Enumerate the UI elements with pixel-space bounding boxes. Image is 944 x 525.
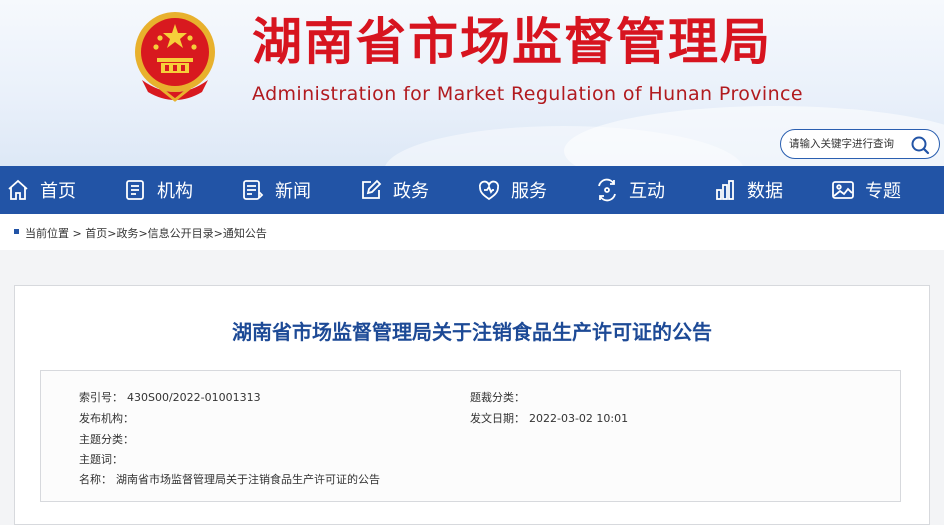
meta-label: 名称：: [79, 473, 112, 486]
nav-label: 数据: [747, 181, 783, 202]
nav-item-home[interactable]: 首页: [6, 166, 76, 214]
nav-label: 专题: [865, 181, 901, 202]
breadcrumb-separator: >: [138, 227, 148, 240]
home-icon: [8, 179, 28, 200]
nav-label: 服务: [511, 181, 547, 202]
national-emblem-icon: [135, 12, 215, 102]
news-icon: [243, 180, 264, 200]
search-input[interactable]: [789, 135, 907, 153]
breadcrumb-bullet-icon: [14, 229, 19, 234]
nav-item-service[interactable]: 服务: [477, 166, 547, 214]
search-box[interactable]: [780, 129, 940, 159]
meta-label: 主题词：: [79, 453, 123, 466]
meta-name: 名称： 湖南省市场监督管理局关于注销食品生产许可证的公告: [79, 471, 380, 487]
nav-label: 首页: [40, 181, 76, 202]
meta-value: 2022-03-02 10:01: [529, 412, 629, 425]
meta-label: 发布机构：: [79, 412, 134, 425]
main-nav: 首页 机构 新闻 政务 服务 互动 数据 专题: [0, 166, 944, 214]
meta-index: 索引号： 430S00/2022-01001313: [79, 389, 261, 405]
meta-label: 索引号：: [79, 391, 123, 404]
meta-category: 题裁分类：: [470, 389, 529, 405]
nav-item-data[interactable]: 数据: [713, 166, 783, 214]
edit-icon: [362, 179, 382, 199]
breadcrumb: 当前位置 > 首页>政务>信息公开目录>通知公告: [0, 214, 944, 250]
nav-item-affairs[interactable]: 政务: [359, 166, 429, 214]
org-icon: [126, 180, 144, 200]
site-header: 湖南省市场监督管理局 Administration for Market Reg…: [0, 0, 944, 166]
breadcrumb-item-catalog[interactable]: 信息公开目录: [148, 227, 214, 240]
breadcrumb-item-home[interactable]: 首页: [85, 227, 107, 240]
meta-label: 题裁分类：: [470, 391, 525, 404]
article-title: 湖南省市场监督管理局关于注销食品生产许可证的公告: [232, 320, 712, 344]
nav-label: 机构: [157, 181, 193, 202]
breadcrumb-item-notices[interactable]: 通知公告: [223, 227, 267, 240]
service-icon: [478, 180, 500, 201]
site-title: 湖南省市场监督管理局: [252, 13, 772, 71]
nav-label: 互动: [629, 181, 665, 202]
nav-item-org[interactable]: 机构: [123, 166, 193, 214]
meta-topic: 主题分类：: [79, 431, 138, 447]
chart-icon: [716, 180, 734, 200]
meta-label: 主题分类：: [79, 433, 134, 446]
meta-keywords: 主题词：: [79, 451, 127, 467]
breadcrumb-item-affairs[interactable]: 政务: [116, 227, 138, 240]
nav-item-topics[interactable]: 专题: [831, 166, 901, 214]
nav-label: 新闻: [275, 181, 311, 202]
breadcrumb-separator: >: [213, 227, 223, 240]
article-panel: 湖南省市场监督管理局关于注销食品生产许可证的公告 索引号： 430S00/2022…: [14, 285, 930, 525]
article-meta: 索引号： 430S00/2022-01001313 题裁分类： 发布机构： 发文日…: [40, 370, 901, 502]
interact-icon: [598, 178, 616, 202]
breadcrumb-prefix: 当前位置 >: [25, 227, 82, 240]
meta-date: 发文日期： 2022-03-02 10:01: [470, 410, 628, 426]
search-icon[interactable]: [910, 135, 930, 155]
meta-label: 发文日期：: [470, 412, 525, 425]
nav-item-interact[interactable]: 互动: [595, 166, 665, 214]
site-subtitle: Administration for Market Regulation of …: [252, 83, 803, 105]
meta-publisher: 发布机构：: [79, 410, 138, 426]
image-icon: [832, 181, 854, 199]
meta-value: 湖南省市场监督管理局关于注销食品生产许可证的公告: [116, 473, 380, 486]
nav-item-news[interactable]: 新闻: [241, 166, 311, 214]
meta-value: 430S00/2022-01001313: [127, 391, 261, 404]
nav-label: 政务: [393, 181, 429, 202]
